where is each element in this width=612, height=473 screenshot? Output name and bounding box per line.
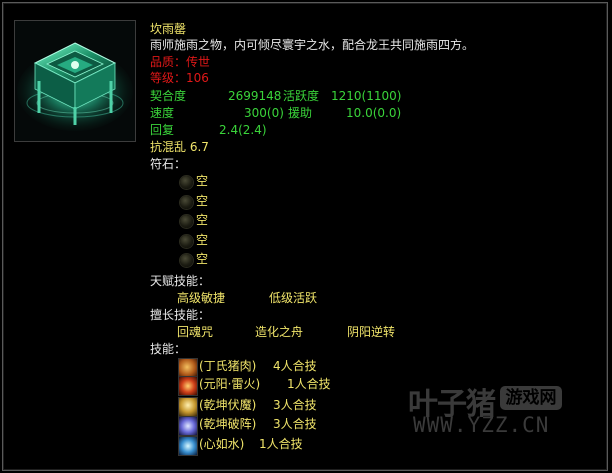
rune-orb-icon	[180, 196, 193, 209]
rune-slot-label: 空	[196, 194, 209, 208]
rune-orb-icon	[180, 235, 193, 248]
talents-label: 天赋技能：	[150, 274, 211, 288]
formation-break-skill-icon	[178, 416, 198, 436]
runes-label: 符石：	[150, 157, 187, 171]
rune-slot-label: 空	[196, 252, 209, 266]
skill-tag: 3人合技	[273, 398, 317, 412]
specialty-item: 造化之舟	[255, 325, 304, 339]
level-label: 等级：	[150, 71, 187, 85]
skill-name: (乾坤破阵)	[199, 417, 257, 431]
thunder-fire-skill-icon	[178, 376, 198, 396]
skill-name: (乾坤伏魔)	[199, 398, 257, 412]
activity-label: 活跃度	[283, 89, 320, 103]
rune-slot-label: 空	[196, 213, 209, 227]
item-description: 雨师施雨之物，内可倾尽寰宇之水，配合龙王共同施雨四方。	[150, 38, 475, 52]
skill-name: (丁氏猪肉)	[199, 359, 257, 373]
talent-item: 低级活跃	[269, 291, 318, 305]
resist-text: 抗混乱 6.7	[150, 140, 209, 154]
water-heart-skill-icon	[178, 436, 198, 456]
item-name: 坎雨罄	[150, 22, 187, 36]
skill-name: (心如水)	[199, 437, 245, 451]
assist-label: 援助	[288, 106, 313, 120]
assist-value: 10.0(0.0)	[346, 106, 402, 120]
quality-label: 品质：	[150, 55, 187, 69]
speed-value: 300(0)	[244, 106, 284, 120]
speed-label: 速度	[150, 106, 175, 120]
quality-row: 品质：传世	[150, 55, 210, 70]
rune-slot-label: 空	[196, 174, 209, 188]
skill-tag: 3人合技	[273, 417, 317, 431]
recover-label: 回复	[150, 123, 175, 137]
talent-item: 高级敏捷	[177, 291, 226, 305]
watermark-badge: 游戏网	[500, 386, 562, 410]
jade-artifact-icon	[15, 21, 135, 141]
skill-name: (元阳·雷火)	[199, 377, 261, 391]
rune-orb-icon	[180, 254, 193, 267]
level-value: 106	[186, 71, 209, 85]
rune-orb-icon	[180, 215, 193, 228]
recover-value: 2.4(2.4)	[219, 123, 267, 137]
skill-tag: 1人合技	[287, 377, 331, 391]
item-portrait	[14, 20, 136, 142]
level-row: 等级：106	[150, 71, 209, 86]
meat-skill-icon	[178, 358, 198, 378]
quality-value: 传世	[186, 55, 211, 69]
affinity-label: 契合度	[150, 89, 187, 103]
skill-tag: 4人合技	[273, 359, 317, 373]
rune-slot-label: 空	[196, 233, 209, 247]
demon-seal-skill-icon	[178, 397, 198, 417]
specialty-item: 阴阳逆转	[347, 325, 396, 339]
skills-label: 技能：	[150, 342, 187, 356]
specialties-label: 擅长技能：	[150, 308, 211, 322]
watermark-url: WWW.YZZ.CN	[413, 413, 550, 437]
activity-value: 1210(1100)	[331, 89, 402, 103]
affinity-value: 2699148	[228, 89, 282, 103]
specialty-item: 回魂咒	[177, 325, 214, 339]
skill-tag: 1人合技	[259, 437, 303, 451]
rune-orb-icon	[180, 176, 193, 189]
